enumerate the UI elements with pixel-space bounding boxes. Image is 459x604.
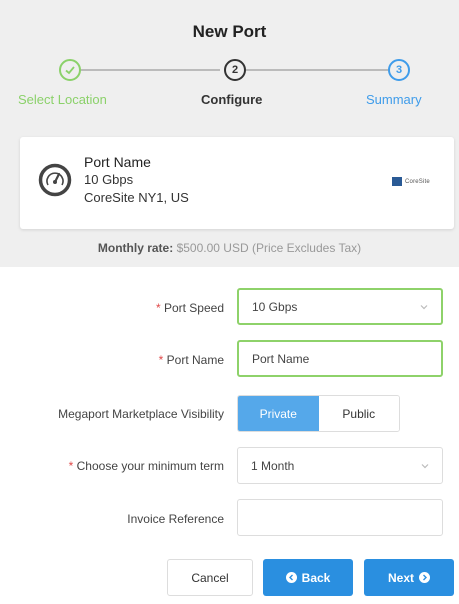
required-marker: * <box>155 301 161 315</box>
port-location-text: CoreSite NY1, US <box>84 190 189 205</box>
provider-logo-text: CoreSite <box>405 178 430 185</box>
step-3-label: Summary <box>366 92 422 107</box>
stepper-line-1 <box>80 69 220 71</box>
step-1-label[interactable]: Select Location <box>18 92 107 107</box>
visibility-public-option[interactable]: Public <box>318 396 399 431</box>
term-label-text: Choose your minimum term <box>76 459 224 473</box>
chevron-down-icon <box>421 463 429 468</box>
port-speed-value: 10 Gbps <box>252 299 298 314</box>
required-marker: * <box>68 459 74 473</box>
step-2-number: 2 <box>231 64 239 76</box>
provider-logo-mark <box>392 177 402 186</box>
next-button[interactable]: Next <box>364 559 454 596</box>
port-speed-select[interactable]: 10 Gbps <box>237 288 443 325</box>
chevron-right-circle-icon <box>419 572 430 583</box>
visibility-private-option[interactable]: Private <box>238 396 319 431</box>
port-summary-card: Port Name 10 Gbps CoreSite NY1, US CoreS… <box>20 137 454 229</box>
invoice-reference-input[interactable] <box>237 499 443 536</box>
port-speed-label: * Port Speed <box>156 301 224 315</box>
port-name-input-value: Port Name <box>252 351 310 366</box>
chevron-down-icon <box>420 304 428 309</box>
monthly-rate-value: $500.00 USD (Price Excludes Tax) <box>176 241 362 255</box>
step-3-indicator: 3 <box>388 59 410 81</box>
cancel-button-label: Cancel <box>191 570 229 585</box>
cancel-button[interactable]: Cancel <box>167 559 253 596</box>
term-value: 1 Month <box>251 458 295 473</box>
chevron-left-circle-icon <box>285 572 297 583</box>
monthly-rate: Monthly rate: $500.00 USD (Price Exclude… <box>0 241 459 255</box>
port-name-input[interactable]: Port Name <box>237 340 443 377</box>
port-speed-text: 10 Gbps <box>84 172 134 187</box>
stepper-line-2 <box>246 69 388 71</box>
back-button-label: Back <box>301 570 331 585</box>
visibility-label: Megaport Marketplace Visibility <box>58 407 224 421</box>
term-select[interactable]: 1 Month <box>237 447 443 484</box>
visibility-toggle[interactable]: Private Public <box>237 395 400 432</box>
port-name-label-text: Port Name <box>166 353 224 367</box>
port-speed-label-text: Port Speed <box>163 301 224 315</box>
port-config-form: * Port Speed 10 Gbps * Port Name Port Na… <box>0 267 459 604</box>
back-button[interactable]: Back <box>263 559 353 596</box>
step-2-label: Configure <box>201 92 263 107</box>
term-label: * Choose your minimum term <box>69 459 224 473</box>
next-button-label: Next <box>387 570 414 585</box>
port-name-label: * Port Name <box>159 353 224 367</box>
step-3-number: 3 <box>395 64 403 76</box>
gauge-icon <box>38 163 72 197</box>
step-1-check-icon[interactable] <box>59 59 81 81</box>
wizard-header: New Port 2 3 Select Location Configure S… <box>0 0 459 124</box>
step-2-indicator: 2 <box>224 59 246 81</box>
port-name-text: Port Name <box>84 154 151 170</box>
monthly-rate-label: Monthly rate: <box>97 241 174 255</box>
invoice-reference-label: Invoice Reference <box>127 512 224 526</box>
required-marker: * <box>158 353 164 367</box>
page-title: New Port <box>192 22 267 41</box>
provider-logo: CoreSite <box>392 177 430 186</box>
